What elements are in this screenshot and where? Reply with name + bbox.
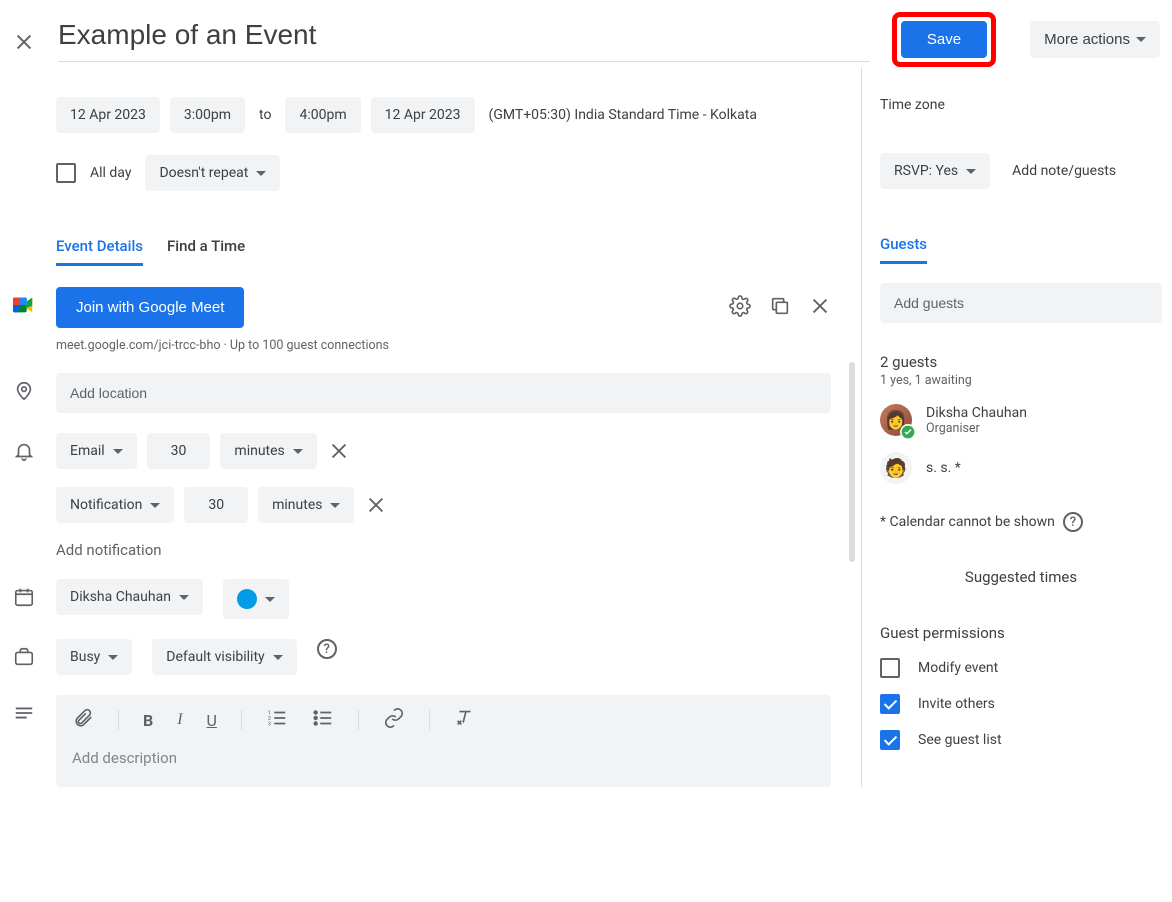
guest-count: 2 guests [880, 353, 1162, 371]
chevron-down-icon [1136, 37, 1146, 42]
modify-event-checkbox[interactable] [880, 658, 900, 678]
guest-item[interactable]: 🧑 s. s. * [880, 452, 1162, 484]
all-day-label: All day [86, 165, 135, 181]
guest-name: s. s. * [926, 460, 961, 476]
event-color-dropdown[interactable] [223, 579, 289, 619]
guest-status: 1 yes, 1 awaiting [880, 373, 1162, 388]
google-meet-icon [12, 293, 36, 317]
chevron-down-icon [966, 169, 976, 174]
notification-value-input[interactable]: 30 [184, 487, 248, 523]
recurrence-dropdown[interactable]: Doesn't repeat [145, 155, 280, 191]
to-label: to [255, 107, 275, 123]
calendar-warning-text: * Calendar cannot be shown [880, 514, 1055, 530]
suggested-times-button[interactable]: Suggested times [880, 568, 1162, 586]
calendar-icon [12, 585, 36, 609]
invite-others-label: Invite others [918, 696, 995, 712]
description-icon [12, 701, 36, 725]
underline-icon[interactable]: U [207, 711, 217, 730]
see-guest-list-label: See guest list [918, 732, 1002, 748]
attach-icon[interactable] [72, 707, 94, 733]
add-guests-input[interactable] [880, 283, 1162, 323]
start-date-picker[interactable]: 12 Apr 2023 [56, 97, 160, 133]
link-icon[interactable] [383, 707, 405, 733]
accepted-badge-icon [900, 424, 916, 440]
avatar: 🧑 [880, 452, 912, 484]
timezone-text: (GMT+05:30) India Standard Time - Kolkat… [485, 107, 761, 123]
location-input[interactable] [56, 373, 831, 413]
notification-unit-dropdown[interactable]: minutes [258, 487, 354, 523]
guest-item[interactable]: 👩 Diksha Chauhan Organiser [880, 404, 1162, 436]
all-day-checkbox[interactable] [56, 163, 76, 183]
more-actions-button[interactable]: More actions [1030, 21, 1160, 58]
italic-icon[interactable]: I [177, 711, 182, 729]
chevron-down-icon [293, 449, 303, 454]
notification-method-dropdown[interactable]: Notification [56, 487, 174, 523]
scrollbar[interactable] [849, 362, 855, 902]
remove-conference-icon[interactable] [809, 295, 831, 321]
help-icon[interactable]: ? [1063, 512, 1083, 532]
notification-unit-dropdown[interactable]: minutes [220, 433, 316, 469]
avatar: 👩 [880, 404, 912, 436]
chevron-down-icon [256, 171, 266, 176]
location-icon [12, 379, 36, 403]
remove-notification-icon[interactable] [364, 493, 388, 517]
see-guest-list-checkbox[interactable] [880, 730, 900, 750]
modify-event-label: Modify event [918, 660, 998, 676]
guest-name: Diksha Chauhan [926, 405, 1027, 421]
chevron-down-icon [150, 503, 160, 508]
copy-icon[interactable] [769, 295, 791, 321]
clear-formatting-icon[interactable] [454, 707, 476, 733]
chevron-down-icon [179, 595, 189, 600]
save-button[interactable]: Save [901, 21, 987, 58]
description-toolbar: B I U 123 [56, 695, 831, 745]
chevron-down-icon [108, 655, 118, 660]
end-date-picker[interactable]: 12 Apr 2023 [371, 97, 475, 133]
briefcase-icon [12, 645, 36, 669]
chevron-down-icon [273, 655, 283, 660]
invite-others-checkbox[interactable] [880, 694, 900, 714]
svg-text:3: 3 [268, 721, 271, 727]
tab-guests[interactable]: Guests [880, 227, 927, 264]
description-input[interactable]: Add description [56, 745, 831, 787]
end-time-picker[interactable]: 4:00pm [285, 97, 360, 133]
calendar-owner-dropdown[interactable]: Diksha Chauhan [56, 579, 203, 615]
rsvp-dropdown[interactable]: RSVP: Yes [880, 153, 990, 189]
notification-method-dropdown[interactable]: Email [56, 433, 137, 469]
start-time-picker[interactable]: 3:00pm [170, 97, 245, 133]
meet-link-text: meet.google.com/jci-trcc-bho · Up to 100… [56, 338, 831, 353]
numbered-list-icon[interactable]: 123 [266, 707, 288, 733]
guest-permissions-title: Guest permissions [880, 624, 1162, 642]
guest-role: Organiser [926, 421, 1027, 436]
bell-icon [12, 439, 36, 463]
add-note-guests-button[interactable]: Add note/guests [1008, 163, 1120, 179]
gear-icon[interactable] [729, 295, 751, 321]
remove-notification-icon[interactable] [327, 439, 351, 463]
bullet-list-icon[interactable] [312, 707, 334, 733]
tab-find-a-time[interactable]: Find a Time [167, 229, 245, 266]
event-title-input[interactable] [58, 13, 870, 62]
tab-event-details[interactable]: Event Details [56, 229, 143, 266]
timezone-link[interactable]: Time zone [880, 97, 945, 113]
chevron-down-icon [330, 503, 340, 508]
visibility-dropdown[interactable]: Default visibility [152, 639, 296, 675]
chevron-down-icon [265, 597, 275, 602]
bold-icon[interactable]: B [143, 711, 153, 730]
chevron-down-icon [113, 449, 123, 454]
close-icon[interactable] [12, 30, 36, 54]
help-icon[interactable]: ? [317, 639, 337, 659]
color-swatch [237, 589, 257, 609]
join-google-meet-button[interactable]: Join with Google Meet [56, 287, 244, 328]
add-notification-button[interactable]: Add notification [56, 541, 162, 559]
more-actions-label: More actions [1044, 31, 1130, 48]
save-button-highlight: Save [892, 12, 996, 67]
notification-value-input[interactable]: 30 [147, 433, 211, 469]
availability-dropdown[interactable]: Busy [56, 639, 132, 675]
